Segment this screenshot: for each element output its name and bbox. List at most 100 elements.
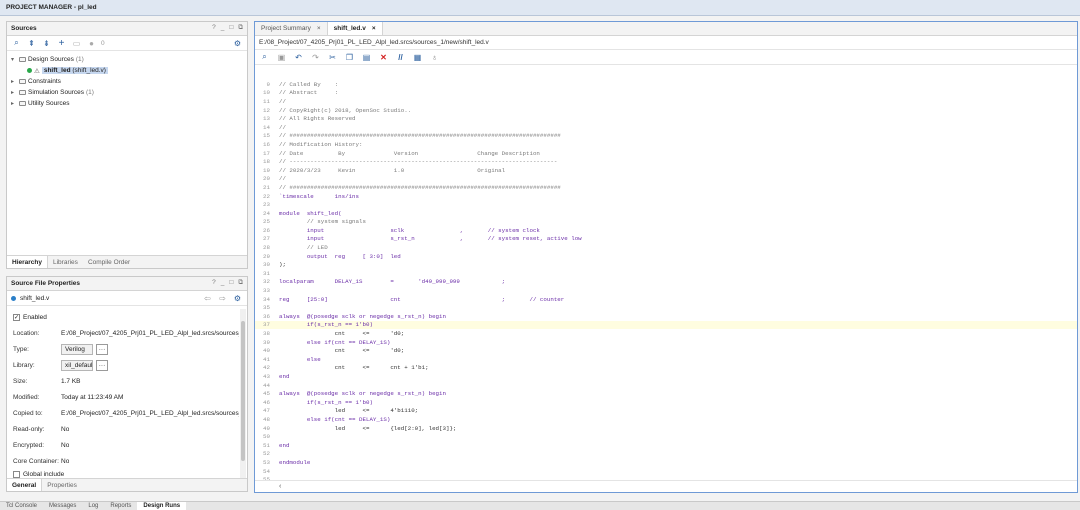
tab-properties[interactable]: Properties [42,479,82,491]
code-line[interactable]: 24 module shift_led( [255,209,1077,218]
tree-item-file[interactable]: shift_led (shift_led.v) [41,67,108,74]
horizontal-scrollbar[interactable]: ‹ [255,480,1077,492]
delete-icon[interactable]: ✕ [378,52,389,63]
properties-scrollbar[interactable] [240,309,246,478]
chevron-right-icon[interactable]: ▸ [11,78,17,85]
copy-icon[interactable]: ❐ [344,52,355,63]
code-line[interactable]: 14 // [255,123,1077,132]
global-include-checkbox[interactable] [13,470,20,478]
code-line[interactable]: 44 [255,381,1077,390]
undo-icon[interactable]: ↶ [293,52,304,63]
code-line[interactable]: 22 `timescale 1ns/1ns [255,192,1077,201]
chevron-right-icon[interactable]: ▸ [11,100,17,107]
maximize-icon[interactable]: ⧉ [238,279,243,287]
code-line[interactable]: 31 [255,269,1077,278]
restore-icon[interactable]: □ [229,279,233,287]
code-line[interactable]: 32 localparam DELAY_1S = 'd49_999_999 ; [255,278,1077,287]
code-line[interactable]: 28 // LED [255,243,1077,252]
code-line[interactable]: 21 // ###################################… [255,183,1077,192]
chevron-down-icon[interactable]: ▾ [11,56,17,63]
code-line[interactable]: 10 // Abstract : [255,89,1077,98]
tab-general[interactable]: General [7,479,43,491]
minimize-icon[interactable]: _ [221,279,225,287]
library-field[interactable]: xil_defaultlib [61,359,93,371]
code-line[interactable]: 48 else if(cnt == DELAY_1S) [255,415,1077,424]
tree-item-utility-sources[interactable]: ▸ Utility Sources [11,98,247,109]
enabled-row[interactable]: ✓ Enabled [7,309,239,325]
scrollbar-thumb[interactable] [241,321,245,461]
redo-icon[interactable]: ↷ [310,52,321,63]
paste-icon[interactable]: ▤ [361,52,372,63]
tree-item-simulation-sources[interactable]: ▸ Simulation Sources (1) [11,87,247,98]
code-line[interactable]: 34 reg [25:0] cnt ; // counter [255,295,1077,304]
code-line[interactable]: 53 endmodule [255,458,1077,467]
tree-item-constraints[interactable]: ▸ Constraints [11,76,247,87]
collapse-all-icon[interactable]: ⇞ [26,38,37,49]
settings-gear-icon[interactable]: ⚙ [232,38,243,49]
code-line[interactable]: 36 always @(posedge sclk or negedge s_rst… [255,312,1077,321]
code-line[interactable]: 30); [255,260,1077,269]
tab-messages[interactable]: Messages [43,502,82,510]
settings-gear-icon[interactable]: ⚙ [232,293,243,304]
search-icon[interactable]: ⌕ [11,38,22,49]
cut-icon[interactable]: ✂ [327,52,338,63]
global-include-row[interactable]: Global include [7,469,239,478]
code-line[interactable]: 51 end [255,441,1077,450]
code-line[interactable]: 18 // -----------------------------------… [255,157,1077,166]
code-line[interactable]: 11 // [255,97,1077,106]
tab-reports[interactable]: Reports [104,502,137,510]
code-line[interactable]: 33 [255,286,1077,295]
code-line[interactable]: 40 cnt <= 'd0; [255,346,1077,355]
code-line[interactable]: 13 // All Rights Reserved [255,114,1077,123]
tab-libraries[interactable]: Libraries [48,256,83,268]
tab-shift-led[interactable]: shift_led.v × [327,22,383,35]
code-line[interactable]: 46 if(s_rst_n == 1'b0) [255,398,1077,407]
document-icon[interactable]: ▭ [71,38,82,49]
code-line[interactable]: 25 // system signals [255,218,1077,227]
enabled-checkbox[interactable]: ✓ [13,313,20,321]
chevron-left-icon[interactable]: ‹ [279,483,281,490]
code-line[interactable]: 37 if(s_rst_n == 1'b0) [255,320,1077,330]
close-icon[interactable]: × [372,25,376,35]
code-line[interactable]: 38 cnt <= 'd0; [255,329,1077,338]
code-line[interactable]: 16 // Modification History: [255,140,1077,149]
tab-log[interactable]: Log [82,502,104,510]
chevron-right-icon[interactable]: ▸ [11,89,17,96]
code-line[interactable]: 43 end [255,372,1077,381]
code-line[interactable]: 39 else if(cnt == DELAY_1S) [255,338,1077,347]
code-line[interactable]: 47 led <= 4'b1110; [255,407,1077,416]
code-line[interactable]: 50 [255,432,1077,441]
comment-icon[interactable]: // [395,52,406,63]
code-line[interactable]: 12 // CopyRight(c) 2018, OpenSoc Studio.. [255,106,1077,115]
minimize-icon[interactable]: _ [221,24,225,32]
code-line[interactable]: 15 // ###################################… [255,132,1077,141]
code-line[interactable]: 29 output reg [ 3:0] led [255,252,1077,261]
code-line[interactable]: 35 [255,303,1077,312]
maximize-icon[interactable]: ⧉ [238,24,243,32]
bulb-icon[interactable]: ♁ [429,52,440,63]
tab-project-summary[interactable]: Project Summary × [255,22,328,35]
code-line[interactable]: 49 led <= {led[2:0], led[3]}; [255,424,1077,433]
code-editor[interactable]: 9 // Called By : 10 // Abstract : 11 // 12 // C… [255,80,1077,480]
code-line[interactable]: 23 [255,200,1077,209]
expand-all-icon[interactable]: ⇟ [41,38,52,49]
tab-compile-order[interactable]: Compile Order [83,256,135,268]
code-line[interactable]: 26 input sclk , // system clock [255,226,1077,235]
code-line[interactable]: 42 cnt <= cnt + 1'b1; [255,364,1077,373]
library-browse-button[interactable]: ··· [96,359,108,371]
code-line[interactable]: 52 [255,450,1077,459]
code-line[interactable]: 45 always @(posedge sclk or negedge s_rst… [255,389,1077,398]
help-icon[interactable]: ? [212,279,216,287]
tree-item-design-sources[interactable]: ▾ Design Sources (1) [11,54,247,65]
code-line[interactable]: 17 // Date By Version Change Description [255,149,1077,158]
code-line[interactable]: 27 input s_rst_n , // system reset, acti… [255,235,1077,244]
code-line[interactable]: 20 // [255,175,1077,184]
help-icon[interactable]: ? [212,24,216,32]
type-browse-button[interactable]: ··· [96,343,108,355]
tab-hierarchy[interactable]: Hierarchy [7,256,48,268]
restore-icon[interactable]: □ [229,24,233,32]
search-icon[interactable]: ⌕ [259,52,270,63]
code-line[interactable]: 9 // Called By : [255,80,1077,89]
type-field[interactable]: Verilog [61,343,93,355]
code-line[interactable]: 19 // 2020/3/23 Kevin 1.0 Original [255,166,1077,175]
